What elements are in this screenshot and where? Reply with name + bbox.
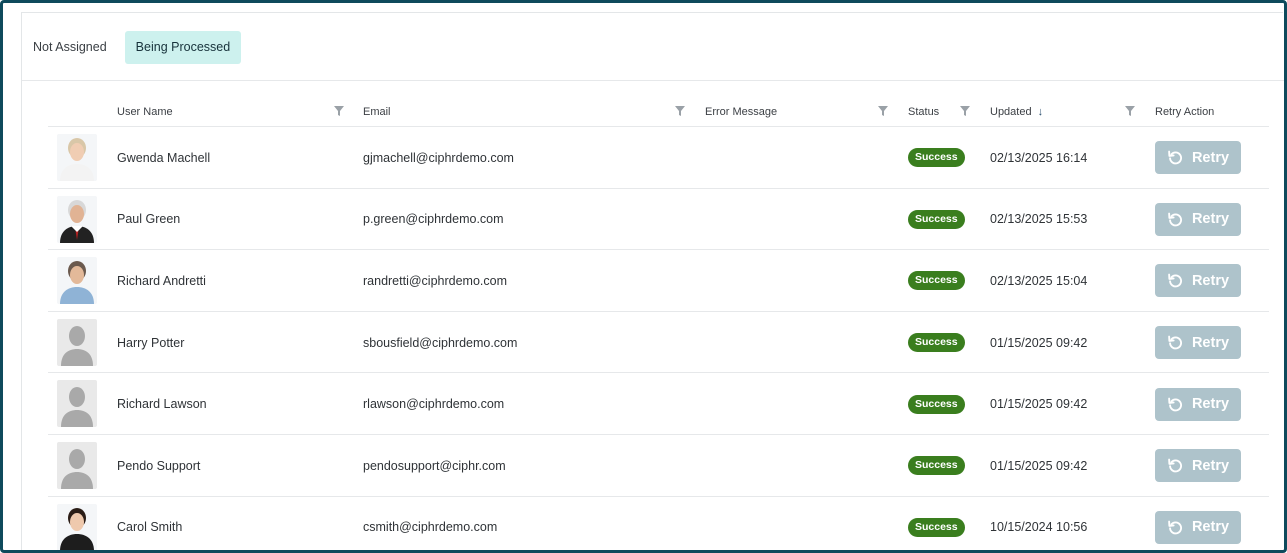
- updated-cell: 02/13/2025 15:53: [990, 212, 1088, 227]
- updated-cell: 01/15/2025 09:42: [990, 397, 1088, 412]
- header-status[interactable]: Status: [908, 91, 939, 127]
- retry-cell: Retry: [1155, 127, 1241, 189]
- retry-button[interactable]: Retry: [1155, 326, 1241, 360]
- updated-cell: 10/15/2024 10:56: [990, 520, 1088, 535]
- status-cell: Success: [908, 189, 965, 251]
- status-badge: Success: [908, 394, 965, 414]
- avatar: [57, 134, 97, 181]
- retry-cell: Retry: [1155, 373, 1241, 435]
- retry-cell: Retry: [1155, 312, 1241, 374]
- retry-button[interactable]: Retry: [1155, 202, 1241, 236]
- header-error-message[interactable]: Error Message: [705, 91, 777, 127]
- retry-cell: Retry: [1155, 189, 1241, 251]
- grid-header: User Name Email Error Message Status Upd…: [48, 91, 1269, 127]
- user-name-cell: Paul Green: [117, 212, 181, 227]
- retry-button[interactable]: Retry: [1155, 264, 1241, 298]
- retry-icon: [1168, 274, 1182, 288]
- avatar: [57, 441, 97, 489]
- updated-cell: 02/13/2025 15:04: [990, 273, 1088, 288]
- header-retry-action: Retry Action: [1155, 106, 1215, 118]
- panel: Not Assigned Being Processed User Name E…: [21, 12, 1284, 550]
- retry-icon: [1168, 335, 1182, 350]
- retry-icon: [1168, 212, 1182, 227]
- user-name-cell: Gwenda Machell: [117, 150, 211, 165]
- status-cell: Success: [908, 250, 965, 312]
- retry-cell: Retry: [1155, 435, 1241, 497]
- status-cell: Success: [908, 373, 965, 435]
- header-updated[interactable]: Updated ↓: [990, 91, 1043, 127]
- email-cell: csmith@ciphrdemo.com: [363, 520, 498, 535]
- grid-body: Gwenda Machell gjmachell@ciphrdemo.com Suc…: [48, 127, 1269, 550]
- retry-button[interactable]: Retry: [1155, 387, 1241, 421]
- avatar: [57, 195, 97, 243]
- updated-cell: 01/15/2025 09:42: [990, 458, 1088, 473]
- retry-icon: [1168, 520, 1182, 535]
- updated-cell: 02/13/2025 16:14: [990, 150, 1088, 165]
- header-email[interactable]: Email: [363, 91, 391, 127]
- avatar: [57, 257, 97, 305]
- header-updated-label: Updated: [990, 106, 1032, 118]
- email-cell: p.green@ciphrdemo.com: [363, 212, 504, 227]
- status-badge: Success: [908, 209, 965, 229]
- table-row[interactable]: Gwenda Machell gjmachell@ciphrdemo.com Suc…: [48, 127, 1269, 189]
- status-badge: Success: [908, 333, 965, 353]
- status-cell: Success: [908, 497, 965, 550]
- retry-label: Retry: [1191, 149, 1230, 166]
- email-cell: rlawson@ciphrdemo.com: [363, 397, 505, 412]
- status-cell: Success: [908, 127, 965, 189]
- table-row[interactable]: Paul Green p.green@ciphrdemo.com Success 02…: [48, 189, 1269, 251]
- retry-label: Retry: [1191, 457, 1230, 474]
- filter-icon[interactable]: [960, 106, 970, 116]
- avatar: [57, 318, 97, 366]
- header-user-name[interactable]: User Name: [117, 91, 173, 127]
- avatar: [57, 503, 97, 550]
- retry-label: Retry: [1191, 396, 1230, 413]
- user-name-cell: Pendo Support: [117, 458, 201, 473]
- user-name-cell: Carol Smith: [117, 520, 183, 535]
- table-row[interactable]: Harry Potter sbousfield@ciphrdemo.com Succ…: [48, 312, 1269, 374]
- filter-icon[interactable]: [1125, 106, 1135, 116]
- table-row[interactable]: Richard Lawson rlawson@ciphrdemo.com Succe…: [48, 373, 1269, 435]
- tab-divider: [22, 80, 1284, 81]
- status-badge: Success: [908, 456, 965, 476]
- status-badge: Success: [908, 271, 965, 291]
- updated-cell: 01/15/2025 09:42: [990, 335, 1088, 350]
- retry-button[interactable]: Retry: [1155, 449, 1241, 483]
- avatar: [57, 380, 97, 428]
- data-grid: User Name Email Error Message Status Upd…: [48, 91, 1269, 550]
- retry-icon: [1168, 397, 1182, 412]
- tab-not-assigned[interactable]: Not Assigned: [22, 31, 118, 64]
- filter-icon[interactable]: [675, 106, 685, 116]
- retry-label: Retry: [1191, 519, 1230, 536]
- user-name-cell: Richard Lawson: [117, 397, 207, 412]
- retry-cell: Retry: [1155, 497, 1241, 550]
- status-cell: Success: [908, 435, 965, 497]
- tab-bar: Not Assigned Being Processed: [22, 31, 248, 64]
- retry-label: Retry: [1191, 211, 1230, 228]
- status-cell: Success: [908, 312, 965, 374]
- retry-button[interactable]: Retry: [1155, 510, 1241, 544]
- email-cell: gjmachell@ciphrdemo.com: [363, 150, 514, 165]
- table-row[interactable]: Carol Smith csmith@ciphrdemo.com Success 10…: [48, 497, 1269, 550]
- user-name-cell: Harry Potter: [117, 335, 185, 350]
- status-badge: Success: [908, 148, 965, 168]
- tab-being-processed[interactable]: Being Processed: [124, 31, 242, 64]
- retry-label: Retry: [1191, 334, 1230, 351]
- email-cell: sbousfield@ciphrdemo.com: [363, 335, 518, 350]
- retry-label: Retry: [1191, 272, 1230, 289]
- retry-button[interactable]: Retry: [1155, 141, 1241, 175]
- status-badge: Success: [908, 517, 965, 537]
- retry-cell: Retry: [1155, 250, 1241, 312]
- table-row[interactable]: Pendo Support pendosupport@ciphr.com Succe…: [48, 435, 1269, 497]
- table-row[interactable]: Richard Andretti randretti@ciphrdemo.com S…: [48, 250, 1269, 312]
- filter-icon[interactable]: [878, 106, 888, 116]
- user-name-cell: Richard Andretti: [117, 273, 206, 288]
- filter-icon[interactable]: [334, 106, 344, 116]
- email-cell: pendosupport@ciphr.com: [363, 458, 506, 473]
- retry-icon: [1168, 458, 1182, 473]
- app-frame: Not Assigned Being Processed User Name E…: [0, 0, 1287, 553]
- email-cell: randretti@ciphrdemo.com: [363, 273, 507, 288]
- retry-icon: [1168, 150, 1182, 165]
